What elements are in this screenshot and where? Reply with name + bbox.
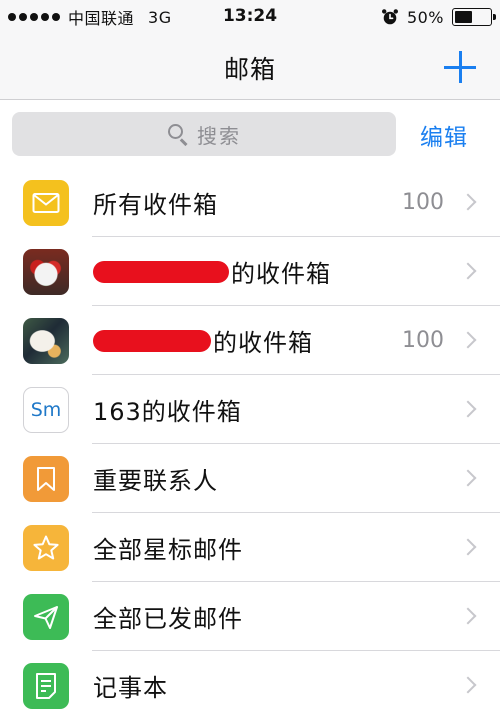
bookmark-icon xyxy=(23,456,69,502)
status-right: 50% xyxy=(381,6,496,28)
battery-fill xyxy=(455,11,472,23)
chevron-right-icon xyxy=(459,676,477,694)
avatar xyxy=(23,249,69,295)
mailbox-label: 所有收件箱 xyxy=(93,191,218,219)
mailbox-label: 的收件箱 xyxy=(231,260,331,288)
unread-count: 100 xyxy=(402,328,444,353)
search-icon xyxy=(167,123,189,146)
unread-count: 100 xyxy=(402,190,444,215)
edit-button[interactable]: 编辑 xyxy=(420,118,468,152)
mailbox-label: 全部星标邮件 xyxy=(93,536,243,564)
paper-plane-icon xyxy=(23,594,69,640)
note-icon xyxy=(23,663,69,709)
mailbox-list: 所有收件箱 100 的收件箱 的收件箱 100 Sm 163的收件箱 重要联系人 xyxy=(0,168,500,710)
mailbox-row-starred[interactable]: 全部星标邮件 xyxy=(0,513,500,582)
envelope-icon xyxy=(23,180,69,226)
page-title: 邮箱 xyxy=(223,55,276,84)
plus-icon[interactable] xyxy=(444,51,476,83)
search-input[interactable]: 搜索 xyxy=(12,112,396,156)
status-bar: 中国联通 3G 13:24 50% xyxy=(0,0,500,34)
mailbox-label-wrap: 的收件箱 xyxy=(93,237,331,306)
mailbox-row-163[interactable]: Sm 163的收件箱 xyxy=(0,375,500,444)
mailbox-label: 重要联系人 xyxy=(93,467,218,495)
battery-percent: 50% xyxy=(406,7,444,27)
alarm-icon xyxy=(381,9,398,25)
chevron-right-icon xyxy=(459,538,477,556)
mailbox-row-all-inboxes[interactable]: 所有收件箱 100 xyxy=(0,168,500,237)
mailbox-label-wrap: 的收件箱 xyxy=(93,306,313,375)
sm-text-icon: Sm xyxy=(23,387,69,433)
chevron-right-icon xyxy=(459,400,477,418)
mailbox-row-vip[interactable]: 重要联系人 xyxy=(0,444,500,513)
chevron-right-icon xyxy=(459,331,477,349)
chevron-right-icon xyxy=(459,607,477,625)
search-placeholder: 搜索 xyxy=(197,123,241,148)
chevron-right-icon xyxy=(459,469,477,487)
mailbox-row-notes[interactable]: 记事本 xyxy=(0,651,500,710)
chevron-right-icon xyxy=(459,262,477,280)
star-icon xyxy=(23,525,69,571)
redaction-mark xyxy=(93,329,211,352)
avatar xyxy=(23,318,69,364)
mailbox-label: 全部已发邮件 xyxy=(93,605,243,633)
mailbox-row-account-1[interactable]: 的收件箱 xyxy=(0,237,500,306)
mailbox-label: 的收件箱 xyxy=(213,329,313,357)
chevron-right-icon xyxy=(459,193,477,211)
mailbox-label: 记事本 xyxy=(93,674,168,702)
mailbox-row-sent[interactable]: 全部已发邮件 xyxy=(0,582,500,651)
mailbox-label: 163的收件箱 xyxy=(93,398,242,426)
mailbox-row-account-2[interactable]: 的收件箱 100 xyxy=(0,306,500,375)
navigation-bar: 邮箱 xyxy=(0,34,500,100)
search-bar: 搜索 编辑 xyxy=(0,100,500,168)
battery-icon xyxy=(452,8,496,26)
redaction-mark xyxy=(93,260,229,283)
